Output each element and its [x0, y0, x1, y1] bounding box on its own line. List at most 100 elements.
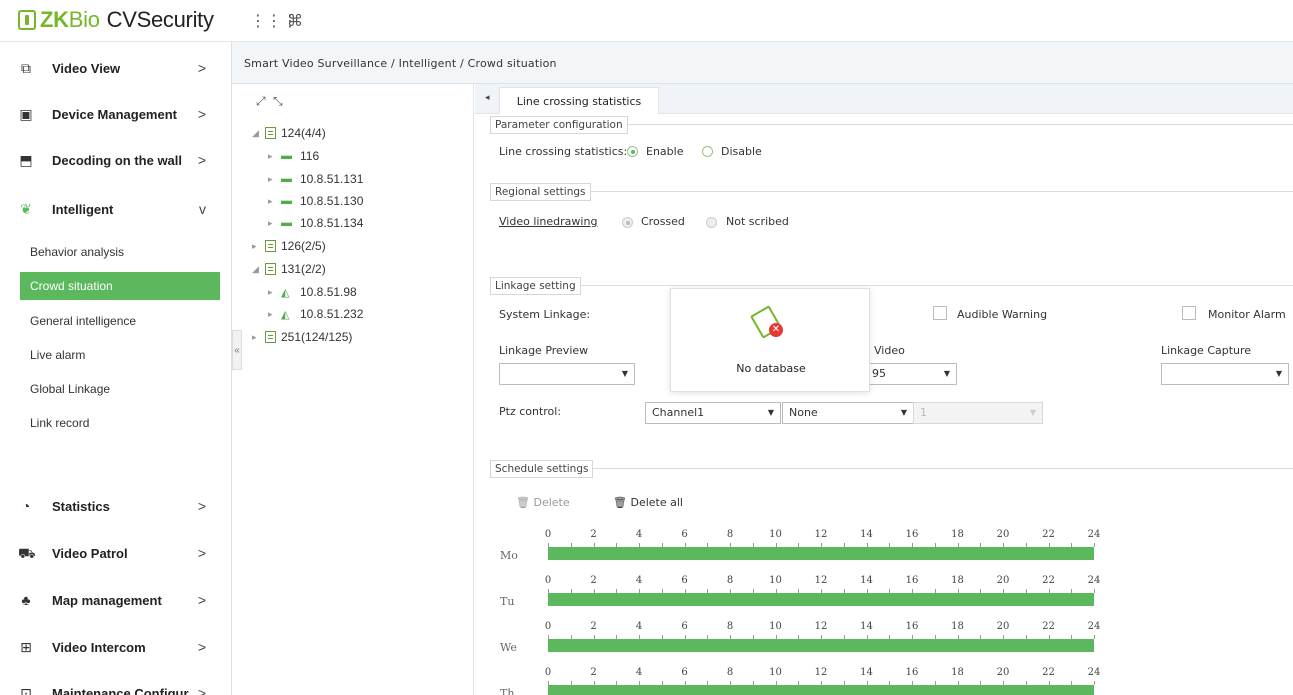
tree-node[interactable]: ▸ ▬ 116	[268, 149, 319, 163]
tree-node[interactable]: ▸ ▬ 10.8.51.131	[268, 172, 363, 186]
schedule-settings-section: Schedule settings	[490, 460, 1293, 478]
tree-node-label: 116	[300, 149, 320, 163]
hour-tick-label: 10	[769, 575, 782, 586]
sidebar-subitem-global-linkage[interactable]: Global Linkage	[20, 375, 220, 403]
video-select[interactable]: 95 ▼	[865, 363, 957, 385]
trash-icon: 🗑	[516, 496, 530, 509]
hour-tick-label: 20	[996, 575, 1010, 586]
collapse-sidebar-button[interactable]: «	[232, 330, 242, 370]
command-icon[interactable]: ⌘	[287, 11, 303, 31]
ptz-value: 1	[920, 406, 927, 419]
sidebar-item-intelligent[interactable]: ❦ Intelligent v	[0, 192, 232, 226]
intelligent-icon: ❦	[20, 201, 32, 217]
sidebar-subitem-link-record[interactable]: Link record	[20, 409, 220, 437]
sidebar-item-decoding[interactable]: ⬒ Decoding on the wall >	[0, 143, 232, 177]
delete-button[interactable]: 🗑 Delete	[516, 496, 570, 509]
chevron-down-icon: ▼	[621, 369, 628, 378]
hour-tick-label: 14	[860, 529, 873, 540]
tree-node-label: 124(4/4)	[281, 126, 326, 140]
hour-tick-label: 14	[860, 667, 873, 678]
tree-node-label: 10.8.51.131	[300, 172, 364, 186]
ptz-mode-value: None	[789, 406, 818, 419]
ptz-mode-select[interactable]: None ▼	[782, 402, 914, 424]
day-label: We	[500, 641, 517, 654]
tree-node[interactable]: ▸ ◭ 10.8.51.98	[268, 285, 357, 299]
tree-node[interactable]: ▸ ◭ 10.8.51.232	[268, 307, 363, 321]
app-logo[interactable]: ZK Bio CVSecurity	[18, 7, 214, 33]
tree-node[interactable]: ◢ 131(2/2)	[252, 262, 326, 276]
tab-scroll-left-icon[interactable]: ◂	[485, 92, 490, 103]
sidebar-subitem-crowd-situation[interactable]: Crowd situation	[20, 272, 220, 300]
sidebar-item-label: Video Patrol	[52, 545, 128, 561]
delete-all-button[interactable]: 🗑 Delete all	[613, 496, 683, 509]
monitor-alarm-checkbox[interactable]	[1182, 306, 1196, 320]
sidebar-subitem-general-intelligence[interactable]: General intelligence	[20, 307, 220, 335]
video-select-value: 95	[872, 367, 886, 380]
schedule-bar[interactable]	[548, 593, 1094, 606]
hour-tick-label: 10	[769, 667, 782, 678]
ptz-value-select[interactable]: 1 ▼	[913, 402, 1043, 424]
collapse-icon[interactable]: ⤡	[273, 94, 283, 108]
expand-toggle-icon[interactable]: ◢	[252, 128, 262, 139]
disable-radio[interactable]	[702, 146, 713, 157]
hour-tick-label: 18	[951, 667, 964, 678]
expand-icon[interactable]: ⤢	[256, 94, 266, 108]
tab-line-crossing-statistics[interactable]: Line crossing statistics	[499, 87, 659, 114]
sidebar-subitem-behavior-analysis[interactable]: Behavior analysis	[20, 238, 220, 266]
tree-node[interactable]: ◢ 124(4/4)	[252, 126, 326, 140]
map-icon: ♣	[21, 592, 31, 608]
disable-label[interactable]: Disable	[721, 145, 762, 158]
expand-toggle-icon[interactable]: ▸	[268, 309, 278, 320]
hour-tick-label: 6	[681, 529, 688, 540]
enable-label[interactable]: Enable	[646, 145, 683, 158]
expand-toggle-icon[interactable]: ▸	[268, 218, 278, 229]
audible-warning-label: Audible Warning	[957, 308, 1048, 321]
expand-toggle-icon[interactable]: ▸	[268, 196, 278, 207]
not-scribed-radio[interactable]	[706, 217, 717, 228]
sidebar-item-label: Intelligent	[52, 201, 114, 217]
chevron-right-icon: >	[197, 60, 206, 76]
hour-tick-label: 20	[996, 667, 1010, 678]
sidebar-item-maintenance[interactable]: ⊡ Maintenance Configur... >	[0, 676, 232, 695]
schedule-bar[interactable]	[548, 547, 1094, 560]
folder-icon	[265, 127, 276, 139]
sidebar-subitem-live-alarm[interactable]: Live alarm	[20, 341, 220, 369]
schedule-bar[interactable]	[548, 639, 1094, 652]
hour-tick-label: 0	[544, 667, 552, 678]
expand-toggle-icon[interactable]: ▸	[252, 241, 262, 252]
tree-node[interactable]: ▸ 251(124/125)	[252, 330, 352, 344]
tree-node[interactable]: ▸ 126(2/5)	[252, 239, 326, 253]
sidebar-item-map-management[interactable]: ♣ Map management >	[0, 583, 232, 617]
chevron-down-icon: ▼	[767, 408, 774, 417]
linkage-capture-select[interactable]: ▼	[1161, 363, 1289, 385]
linkage-preview-select[interactable]: ▼	[499, 363, 635, 385]
sidebar: ⧉ Video View > ▣ Device Management > ⬒ D…	[0, 42, 232, 695]
sidebar-item-statistics[interactable]: ◔ Statistics >	[0, 489, 232, 523]
expand-toggle-icon[interactable]: ◢	[252, 264, 262, 275]
ptz-channel-select[interactable]: Channel1 ▼	[645, 402, 781, 424]
tree-node[interactable]: ▸ ▬ 10.8.51.134	[268, 216, 363, 230]
crossed-radio[interactable]	[622, 217, 633, 228]
section-legend: Regional settings	[490, 183, 591, 201]
tree-tools: ⤢ ⤡	[256, 94, 283, 109]
schedule-bar[interactable]	[548, 685, 1094, 695]
sidebar-item-video-patrol[interactable]: ⛟ Video Patrol >	[0, 536, 232, 570]
hour-tick-label: 12	[814, 621, 828, 632]
logo-mark-icon	[18, 10, 36, 30]
monitor-alarm-label: Monitor Alarm	[1208, 308, 1286, 321]
chevron-down-icon: ▼	[943, 369, 950, 378]
hour-tick-label: 6	[681, 667, 688, 678]
expand-toggle-icon[interactable]: ▸	[268, 174, 278, 185]
audible-warning-checkbox[interactable]	[933, 306, 947, 320]
hour-tick-label: 8	[726, 621, 734, 632]
hour-tick-mark	[1094, 681, 1095, 685]
expand-toggle-icon[interactable]: ▸	[268, 287, 278, 298]
expand-toggle-icon[interactable]: ▸	[268, 151, 278, 162]
sidebar-item-video-intercom[interactable]: ⊞ Video Intercom >	[0, 630, 232, 664]
expand-toggle-icon[interactable]: ▸	[252, 332, 262, 343]
sidebar-item-device-management[interactable]: ▣ Device Management >	[0, 97, 232, 131]
video-linedrawing-link[interactable]: Video linedrawing	[499, 215, 597, 228]
tree-node[interactable]: ▸ ▬ 10.8.51.130	[268, 194, 363, 208]
enable-radio[interactable]	[627, 146, 638, 157]
sidebar-item-video-view[interactable]: ⧉ Video View >	[0, 51, 232, 85]
